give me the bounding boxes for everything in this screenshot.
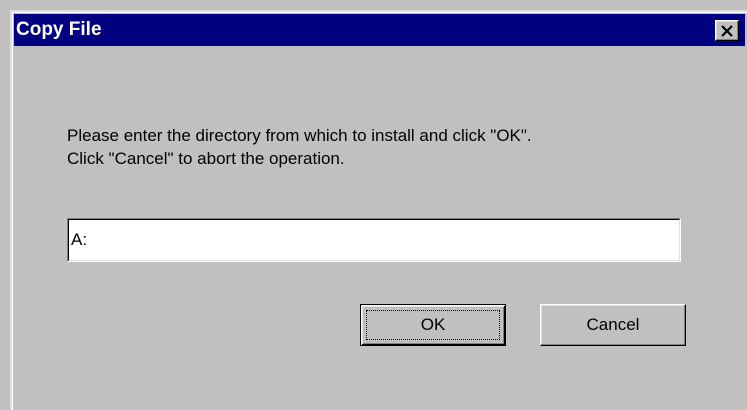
ok-button[interactable]: OK [360, 304, 506, 346]
close-icon [720, 24, 734, 37]
ok-button-label: OK [420, 315, 446, 334]
title-bar[interactable]: Copy File [14, 14, 745, 46]
dialog-title: Copy File [16, 19, 102, 40]
instruction-line-1: Please enter the directory from which to… [67, 126, 532, 145]
cancel-button-label: Cancel [586, 315, 640, 334]
instruction-line-2: Click "Cancel" to abort the operation. [67, 149, 345, 168]
directory-field-frame [67, 218, 681, 262]
close-button[interactable] [715, 20, 739, 41]
instruction-message: Please enter the directory from which to… [67, 124, 532, 170]
cancel-button[interactable]: Cancel [540, 304, 686, 346]
copy-file-dialog: Copy File Please enter the directory fro… [10, 10, 747, 410]
directory-input[interactable] [70, 221, 677, 259]
